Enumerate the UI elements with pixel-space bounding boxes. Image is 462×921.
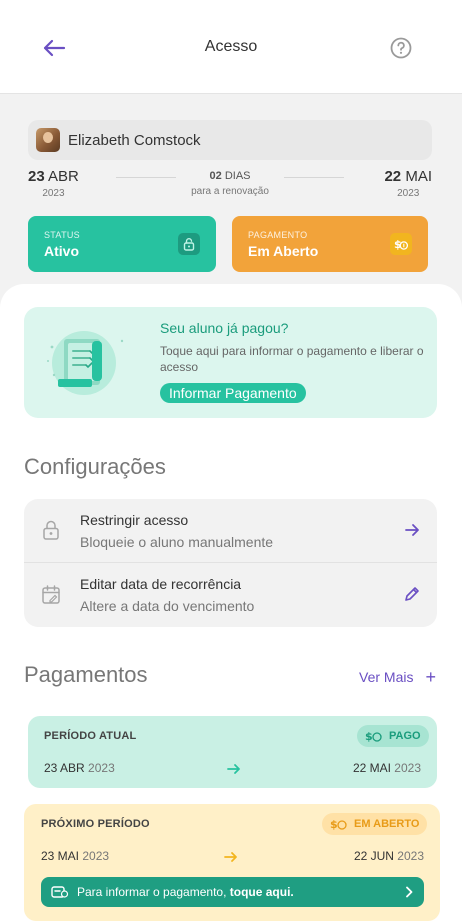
money-icon: $ bbox=[365, 729, 383, 743]
period-end-date: 22 JUN 2023 bbox=[354, 849, 424, 863]
see-more-label: Ver Mais bbox=[359, 669, 414, 685]
end-day: 22 bbox=[384, 168, 402, 185]
start-month: ABR bbox=[48, 168, 79, 185]
restrict-access-item[interactable]: Restringir acesso Bloqueie o aluno manua… bbox=[24, 499, 437, 563]
lock-icon bbox=[43, 520, 59, 540]
arrow-right-icon bbox=[227, 764, 240, 774]
see-more-button[interactable]: Ver Mais + bbox=[359, 667, 436, 687]
end-date: 22 JUN bbox=[353, 849, 394, 863]
end-date: 22 MAI bbox=[352, 761, 391, 775]
cta-label: Para informar o pagamento, toque aqui. bbox=[77, 885, 294, 899]
payment-value: Em Aberto bbox=[248, 243, 319, 259]
app-header: Acesso bbox=[0, 0, 462, 94]
chevron-right-icon bbox=[406, 886, 413, 898]
divider bbox=[116, 177, 176, 178]
pencil-icon bbox=[405, 587, 419, 601]
access-period: 23 ABR 2023 02 DIAS para a renovação 22 … bbox=[28, 168, 432, 202]
end-year: 2023 bbox=[394, 761, 421, 775]
payment-promo-banner[interactable]: Seu aluno já pagou? Toque aqui para info… bbox=[24, 307, 437, 418]
days-label: DIAS bbox=[224, 170, 251, 182]
period-start-date: 23 ABR 2023 bbox=[44, 761, 115, 775]
next-period-card[interactable]: PRÓXIMO PERÍODO $ EM ABERTO 23 MAI 2023 … bbox=[24, 804, 440, 921]
status-badge: $ EM ABERTO bbox=[322, 813, 428, 835]
status-value: Ativo bbox=[44, 243, 79, 259]
status-card[interactable]: STATUS Ativo bbox=[28, 216, 216, 272]
wallet-money-icon bbox=[51, 886, 69, 898]
money-icon: $ bbox=[330, 817, 348, 831]
settings-item-title: Editar data de recorrência bbox=[80, 576, 242, 592]
start-year: 2023 bbox=[88, 761, 115, 775]
period-start: 23 ABR 2023 bbox=[28, 168, 79, 199]
renewal-label: para a renovação bbox=[191, 186, 269, 197]
svg-text:$: $ bbox=[330, 818, 338, 831]
current-period-card[interactable]: PERÍODO ATUAL $ PAGO 23 ABR 2023 22 MAI … bbox=[28, 716, 437, 788]
cta-text: Para informar o pagamento, bbox=[77, 885, 227, 899]
promo-text: Toque aqui para informar o pagamento e l… bbox=[160, 344, 424, 374]
period-start-date: 23 MAI 2023 bbox=[41, 849, 109, 863]
payments-title: Pagamentos bbox=[24, 662, 148, 687]
period-label: PRÓXIMO PERÍODO bbox=[41, 818, 150, 830]
inform-payment-button[interactable]: Informar Pagamento bbox=[160, 383, 306, 403]
inform-payment-cta[interactable]: Para informar o pagamento, toque aqui. bbox=[41, 877, 424, 907]
period-end: 22 MAI 2023 bbox=[384, 168, 432, 199]
end-month: MAI bbox=[405, 168, 432, 185]
arrow-right-icon bbox=[405, 524, 419, 536]
settings-item-subtitle: Bloqueie o aluno manualmente bbox=[80, 534, 274, 550]
start-date: 23 ABR bbox=[44, 761, 85, 775]
badge-label: PAGO bbox=[389, 730, 421, 742]
settings-item-subtitle: Altere a data do vencimento bbox=[80, 598, 255, 614]
question-circle-icon bbox=[390, 37, 412, 59]
settings-list: Restringir acesso Bloqueie o aluno manua… bbox=[24, 499, 437, 627]
cta-bold: toque aqui. bbox=[229, 885, 294, 899]
settings-item-title: Restringir acesso bbox=[80, 512, 189, 528]
period-label: PERÍODO ATUAL bbox=[44, 730, 137, 742]
period-end-date: 22 MAI 2023 bbox=[353, 761, 421, 775]
end-year: 2023 bbox=[397, 188, 420, 199]
arrow-right-icon bbox=[224, 852, 237, 862]
days-remaining: 02 DIAS para a renovação bbox=[178, 170, 282, 197]
unlock-icon bbox=[178, 233, 200, 255]
divider bbox=[284, 177, 344, 178]
edit-recurrence-item[interactable]: Editar data de recorrência Altere a data… bbox=[24, 563, 437, 627]
start-year: 2023 bbox=[82, 849, 110, 863]
promo-title: Seu aluno já pagou? bbox=[160, 320, 289, 336]
start-day: 23 bbox=[28, 168, 45, 185]
student-chip[interactable]: Elizabeth Comstock bbox=[28, 120, 432, 160]
status-badge: $ PAGO bbox=[357, 725, 429, 747]
start-year: 2023 bbox=[42, 188, 65, 199]
svg-text:$: $ bbox=[365, 730, 373, 743]
student-name: Elizabeth Comstock bbox=[68, 131, 201, 149]
badge-label: EM ABERTO bbox=[354, 818, 420, 830]
avatar bbox=[36, 128, 60, 152]
days-count: 02 bbox=[209, 170, 222, 182]
money-icon: $ bbox=[390, 233, 412, 255]
help-button[interactable] bbox=[388, 35, 414, 61]
start-date: 23 MAI bbox=[41, 849, 80, 863]
plus-icon: + bbox=[425, 667, 436, 687]
settings-title: Configurações bbox=[24, 454, 166, 479]
calendar-edit-icon bbox=[42, 585, 60, 604]
receipt-illustration-icon bbox=[47, 331, 124, 395]
end-year: 2023 bbox=[397, 849, 424, 863]
payment-caption: PAGAMENTO bbox=[248, 230, 308, 240]
status-caption: STATUS bbox=[44, 230, 80, 240]
payment-status-card[interactable]: PAGAMENTO Em Aberto $ bbox=[232, 216, 428, 272]
